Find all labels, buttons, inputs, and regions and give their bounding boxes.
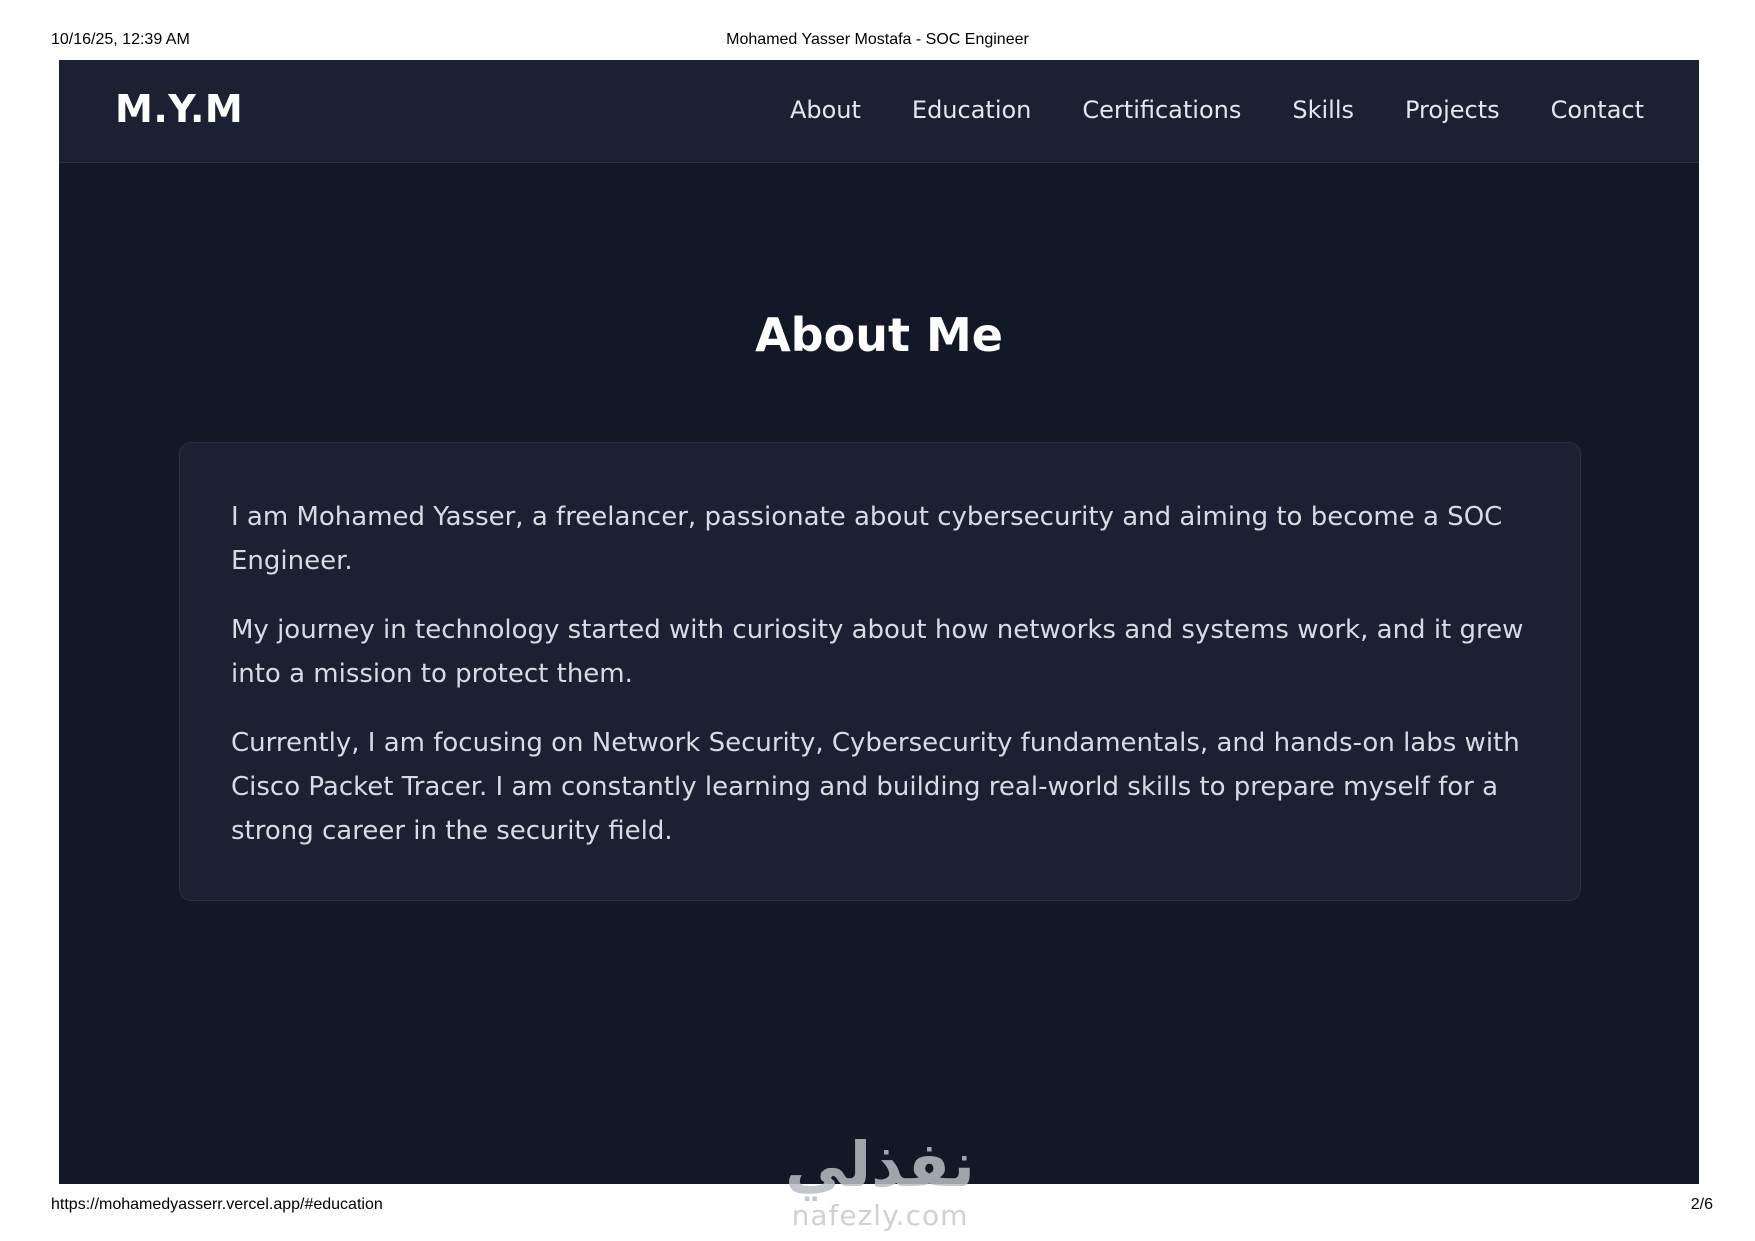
nav-link-contact[interactable]: Contact bbox=[1551, 96, 1644, 124]
nav-link-about[interactable]: About bbox=[790, 96, 861, 124]
navbar: M.Y.M About Education Certifications Ski… bbox=[59, 60, 1699, 163]
print-url: https://mohamedyasserr.vercel.app/#educa… bbox=[51, 1196, 383, 1213]
watermark-arabic-text: نفذلي bbox=[785, 1128, 975, 1201]
site-logo[interactable]: M.Y.M bbox=[115, 87, 243, 131]
nav-link-projects[interactable]: Projects bbox=[1405, 96, 1500, 124]
print-page-number: 2/6 bbox=[1690, 1196, 1713, 1213]
about-section-title: About Me bbox=[755, 308, 1003, 362]
nav-link-skills[interactable]: Skills bbox=[1292, 96, 1354, 124]
print-header: 10/16/25, 12:39 AM Mohamed Yasser Mostaf… bbox=[0, 31, 1755, 53]
nav-link-education[interactable]: Education bbox=[912, 96, 1031, 124]
watermark-logo: نفذلي nafezly.com bbox=[770, 1130, 990, 1241]
about-paragraph: Currently, I am focusing on Network Secu… bbox=[231, 728, 1520, 846]
nav-links: About Education Certifications Skills Pr… bbox=[790, 96, 1644, 124]
about-card: I am Mohamed Yasser, a freelancer, passi… bbox=[179, 442, 1581, 901]
nav-link-certifications[interactable]: Certifications bbox=[1082, 96, 1241, 124]
webpage-viewport: M.Y.M About Education Certifications Ski… bbox=[59, 60, 1699, 1184]
watermark-latin-text: nafezly.com bbox=[791, 1199, 969, 1232]
about-paragraph: My journey in technology started with cu… bbox=[231, 615, 1524, 689]
print-document-title: Mohamed Yasser Mostafa - SOC Engineer bbox=[726, 31, 1029, 48]
about-paragraph: I am Mohamed Yasser, a freelancer, passi… bbox=[231, 502, 1503, 576]
